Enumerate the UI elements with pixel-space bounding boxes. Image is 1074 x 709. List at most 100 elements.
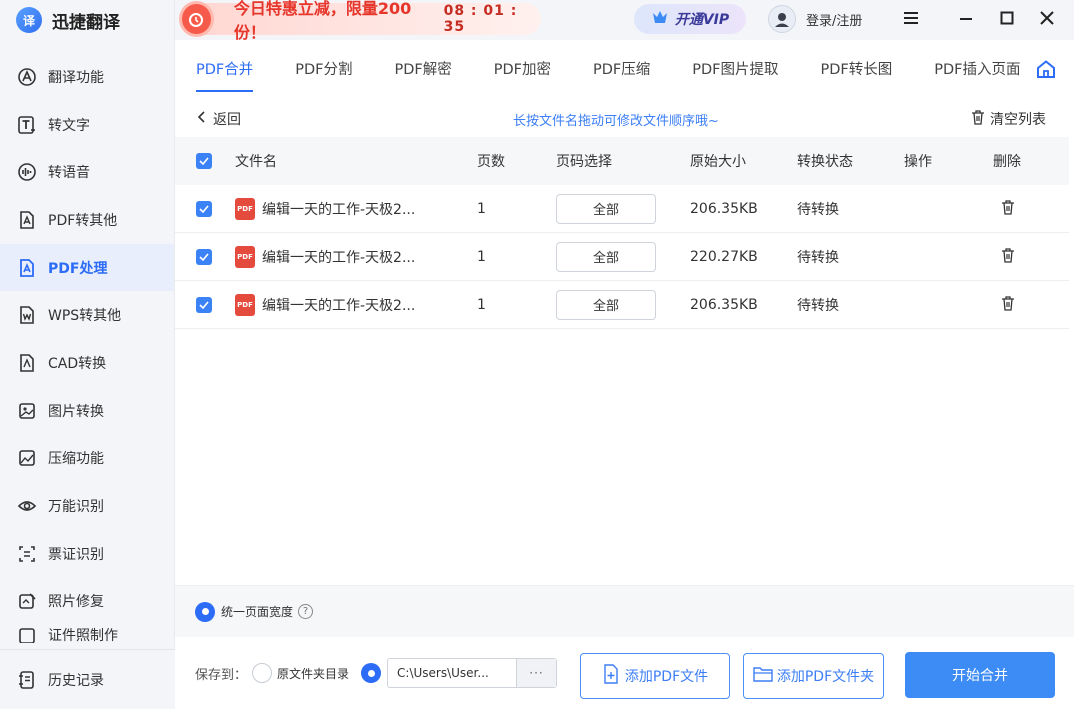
- maximize-icon: [1000, 11, 1014, 29]
- custom-dir-option[interactable]: [361, 663, 382, 683]
- file-name[interactable]: 编辑一天的工作-天极2...: [262, 199, 415, 219]
- promo-countdown: 08 : 01 : 35: [443, 3, 518, 35]
- table-row[interactable]: PDF 编辑一天的工作-天极2... 1 全部 206.35KB 待转换: [175, 185, 1069, 233]
- output-path-field[interactable]: C:\Users\User... ···: [387, 658, 558, 688]
- sidebar-item-pdf-process[interactable]: PDF处理: [0, 243, 174, 292]
- sidebar-item-image[interactable]: 图片转换: [0, 387, 174, 435]
- header-operation: 操作: [904, 154, 932, 170]
- login-button[interactable]: 登录/注册: [768, 5, 862, 33]
- delete-icon[interactable]: [993, 295, 1016, 311]
- uniform-width-radio[interactable]: [195, 601, 215, 622]
- title-bar: 今日特惠立减，限量200份！ 08 : 01 : 35 开通VIP 登录/注册: [175, 0, 1074, 42]
- clear-list-button[interactable]: 清空列表: [970, 109, 1046, 129]
- clear-list-label: 清空列表: [990, 112, 1046, 128]
- tab-pdf-compress[interactable]: PDF压缩: [593, 40, 650, 96]
- sidebar-item-label: WPS转其他: [48, 308, 122, 325]
- history-label: 历史记录: [48, 672, 104, 689]
- add-file-icon: [602, 664, 620, 688]
- pdf-process-icon: [16, 257, 38, 279]
- sidebar-item-to-text[interactable]: 转文字: [0, 101, 174, 149]
- photo-fix-icon: [16, 590, 38, 612]
- page-range-button[interactable]: 全部: [556, 289, 656, 320]
- file-name[interactable]: 编辑一天的工作-天极2...: [262, 247, 415, 267]
- sidebar-item-id-photo[interactable]: 证件照制作: [0, 625, 174, 644]
- sidebar-item-compress[interactable]: 压缩功能: [0, 435, 174, 483]
- folder-icon: [753, 665, 773, 687]
- header-filename: 文件名: [235, 154, 277, 170]
- sidebar-item-translate[interactable]: 翻译功能: [0, 53, 174, 101]
- app-name: 迅捷翻译: [52, 12, 120, 33]
- brand: 译 迅捷翻译: [0, 0, 174, 40]
- table-row[interactable]: PDF 编辑一天的工作-天极2... 1 全部 206.35KB 待转换: [175, 281, 1069, 329]
- tab-pdf-insert-page[interactable]: PDF插入页面: [934, 40, 1020, 96]
- sidebar-item-recognize[interactable]: 万能识别: [0, 482, 174, 530]
- hamburger-icon: [903, 11, 919, 29]
- maximize-button[interactable]: [995, 8, 1019, 32]
- header-delete: 删除: [993, 154, 1021, 170]
- promo-text: 今日特惠立减，限量200份！: [233, 0, 412, 42]
- pdf-file-icon: PDF: [235, 197, 255, 220]
- voice-icon: [16, 161, 38, 183]
- row-checkbox[interactable]: [196, 248, 212, 265]
- save-to-label: 保存到：: [195, 667, 248, 683]
- add-folder-label: 添加PDF文件夹: [776, 669, 875, 685]
- sidebar-item-cad[interactable]: CAD转换: [0, 339, 174, 387]
- menu-button[interactable]: [899, 8, 923, 32]
- close-button[interactable]: [1035, 8, 1059, 32]
- sidebar-item-pdf-convert[interactable]: PDF转其他: [0, 196, 174, 244]
- sidebar-item-wps[interactable]: WPS转其他: [0, 291, 174, 339]
- sidebar-item-ticket[interactable]: 票证识别: [0, 530, 174, 578]
- page-range-button[interactable]: 全部: [556, 193, 656, 224]
- sidebar-item-label: 压缩功能: [48, 451, 104, 468]
- output-path: C:\Users\User...: [397, 666, 489, 680]
- compress-icon: [16, 447, 38, 469]
- chevron-left-icon: [195, 110, 209, 128]
- footer: 保存到： 原文件夹目录 C:\Users\User... ··· 添加PDF文件…: [175, 637, 1074, 709]
- select-all-checkbox[interactable]: [196, 153, 212, 169]
- custom-dir-radio[interactable]: [361, 663, 382, 683]
- start-merge-button[interactable]: 开始合并: [905, 652, 1055, 698]
- translate-icon: [16, 66, 38, 88]
- minimize-icon: [959, 11, 973, 29]
- tab-pdf-encrypt[interactable]: PDF加密: [494, 40, 551, 96]
- source-dir-radio[interactable]: [252, 663, 273, 683]
- sidebar-item-history[interactable]: 历史记录: [0, 649, 175, 709]
- tab-pdf-merge[interactable]: PDF合并: [196, 40, 254, 96]
- sidebar-item-photo-fix[interactable]: 照片修复: [0, 578, 174, 626]
- vip-button[interactable]: 开通VIP: [634, 4, 746, 34]
- browse-button[interactable]: ···: [516, 659, 557, 687]
- add-pdf-folder-button[interactable]: 添加PDF文件夹: [743, 653, 884, 699]
- tab-pdf-image-extract[interactable]: PDF图片提取: [692, 40, 778, 96]
- delete-icon[interactable]: [993, 199, 1016, 215]
- help-icon[interactable]: ?: [298, 604, 314, 619]
- crown-icon: [651, 9, 669, 29]
- source-dir-option[interactable]: 原文件夹目录: [252, 663, 349, 683]
- table-row[interactable]: PDF 编辑一天的工作-天极2... 1 全部 220.27KB 待转换: [175, 233, 1069, 281]
- minimize-button[interactable]: [954, 8, 978, 32]
- tab-pdf-split[interactable]: PDF分割: [295, 40, 352, 96]
- vip-label: 开通VIP: [674, 12, 730, 28]
- page-range-button[interactable]: 全部: [556, 241, 656, 272]
- tab-pdf-decrypt[interactable]: PDF解密: [395, 40, 452, 96]
- reorder-hint: 长按文件名拖动可修改文件顺序哦~: [513, 114, 719, 129]
- sidebar-item-label: PDF转其他: [48, 212, 118, 229]
- sidebar: 译 迅捷翻译 翻译功能 转文字 转语音 PDF转其他 PDF处理 WPS转其他: [0, 0, 175, 709]
- sidebar-item-to-voice[interactable]: 转语音: [0, 148, 174, 196]
- promo-banner[interactable]: 今日特惠立减，限量200份！ 08 : 01 : 35: [179, 0, 541, 42]
- back-label: 返回: [213, 112, 241, 128]
- row-checkbox[interactable]: [196, 200, 212, 217]
- back-button[interactable]: 返回: [195, 109, 241, 129]
- home-icon[interactable]: [1036, 60, 1056, 82]
- sidebar-item-label: 图片转换: [48, 403, 104, 420]
- delete-icon[interactable]: [993, 247, 1016, 263]
- file-table: 文件名 页数 页码选择 原始大小 转换状态 操作 删除 PDF 编辑一天的工作-天…: [175, 137, 1069, 329]
- pdf-convert-icon: [16, 209, 38, 231]
- sidebar-item-label: 证件照制作: [48, 628, 118, 644]
- tab-pdf-long-image[interactable]: PDF转长图: [821, 40, 893, 96]
- add-pdf-file-button[interactable]: 添加PDF文件: [580, 653, 730, 699]
- row-checkbox[interactable]: [196, 296, 212, 313]
- uniform-width-option: 统一页面宽度 ?: [175, 585, 1074, 637]
- file-name[interactable]: 编辑一天的工作-天极2...: [262, 295, 415, 315]
- sidebar-item-label: 照片修复: [48, 594, 104, 611]
- pdf-file-icon: PDF: [235, 293, 255, 316]
